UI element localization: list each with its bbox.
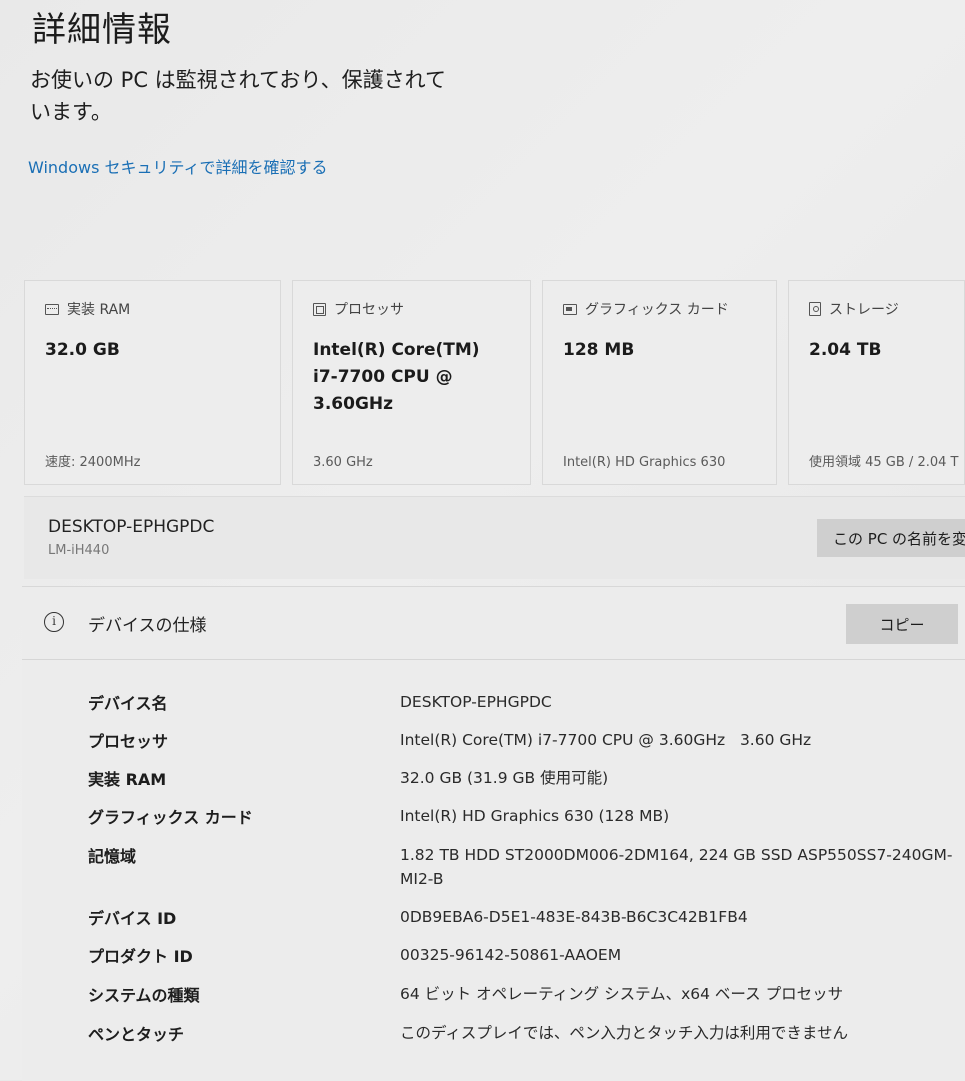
info-icon: i bbox=[44, 612, 64, 632]
spec-value: Intel(R) HD Graphics 630 (128 MB) bbox=[400, 807, 670, 825]
card-title: プロセッサ bbox=[334, 302, 404, 318]
storage-card: ストレージ 2.04 TB 使用領域 45 GB / 2.04 T bbox=[788, 280, 965, 485]
spec-value: このディスプレイでは、ペン入力とタッチ入力は利用できません bbox=[400, 1024, 848, 1042]
spec-label: 記憶域 bbox=[88, 847, 137, 866]
spec-label: グラフィックス カード bbox=[88, 808, 253, 827]
card-header: プロセッサ bbox=[313, 299, 404, 319]
spec-value: 64 ビット オペレーティング システム、x64 ベース プロセッサ bbox=[400, 985, 844, 1003]
card-title: ストレージ bbox=[829, 302, 899, 318]
spec-value: 0DB9EBA6-D5E1-483E-843B-B6C3C42B1FB4 bbox=[400, 908, 748, 926]
rename-pc-button[interactable]: この PC の名前を変 bbox=[817, 519, 965, 557]
processor-card: プロセッサ Intel(R) Core(TM) i7-7700 CPU @ 3.… bbox=[292, 280, 531, 485]
spec-value: DESKTOP-EPHGPDC bbox=[400, 693, 552, 711]
card-footer: 使用領域 45 GB / 2.04 T bbox=[809, 455, 959, 470]
card-title: 実装 RAM bbox=[67, 302, 131, 318]
spec-header[interactable]: i デバイスの仕様 コピー bbox=[22, 587, 965, 660]
card-value: 2.04 TB bbox=[809, 340, 882, 360]
spec-label: ペンとタッチ bbox=[88, 1025, 185, 1044]
graphics-card: グラフィックス カード 128 MB Intel(R) HD Graphics … bbox=[542, 280, 777, 485]
graphics-card-icon bbox=[563, 303, 577, 315]
ram-card: 実装 RAM 32.0 GB 速度: 2400MHz bbox=[24, 280, 281, 485]
card-title: グラフィックス カード bbox=[585, 302, 729, 318]
card-value: 128 MB bbox=[563, 340, 635, 360]
card-header: 実装 RAM bbox=[45, 299, 130, 319]
spec-value: 32.0 GB (31.9 GB 使用可能) bbox=[400, 769, 609, 787]
page-title: 詳細情報 bbox=[32, 10, 172, 50]
spec-label: プロセッサ bbox=[88, 732, 169, 751]
card-value: 32.0 GB bbox=[45, 340, 120, 360]
processor-icon bbox=[313, 302, 326, 316]
device-name-bar: DESKTOP-EPHGPDC LM-iH440 この PC の名前を変 bbox=[24, 496, 965, 579]
card-footer: Intel(R) HD Graphics 630 bbox=[563, 455, 726, 470]
card-footer: 速度: 2400MHz bbox=[45, 455, 141, 470]
spec-label: デバイス ID bbox=[88, 909, 177, 928]
protection-status: お使いの PC は監視されており、保護されています。 bbox=[30, 68, 446, 124]
spec-label: デバイス名 bbox=[88, 694, 168, 713]
spec-value: 00325-96142-50861-AAOEM bbox=[400, 946, 622, 964]
device-specifications-panel: i デバイスの仕様 コピー デバイス名 DESKTOP-EPHGPDC プロセッ… bbox=[22, 586, 965, 1081]
spec-value: Intel(R) Core(TM) i7-7700 CPU @ 3.60GHz … bbox=[400, 731, 812, 749]
spec-label: 実装 RAM bbox=[88, 770, 167, 789]
card-footer: 3.60 GHz bbox=[313, 455, 373, 470]
copy-button[interactable]: コピー bbox=[846, 604, 958, 644]
device-name: DESKTOP-EPHGPDC bbox=[48, 517, 215, 537]
card-value: Intel(R) Core(TM) i7-7700 CPU @ 3.60GHz bbox=[313, 340, 480, 414]
ram-icon bbox=[45, 303, 59, 315]
storage-icon bbox=[809, 302, 821, 316]
spec-label: プロダクト ID bbox=[88, 947, 193, 966]
device-model: LM-iH440 bbox=[48, 543, 110, 558]
spec-value: 1.82 TB HDD ST2000DM006-2DM164, 224 GB S… bbox=[400, 846, 953, 888]
spec-label: システムの種類 bbox=[88, 986, 200, 1005]
spec-section-title: デバイスの仕様 bbox=[88, 616, 207, 636]
card-header: ストレージ bbox=[809, 299, 899, 319]
card-header: グラフィックス カード bbox=[563, 299, 729, 319]
windows-security-link[interactable]: Windows セキュリティで詳細を確認する bbox=[28, 154, 328, 178]
